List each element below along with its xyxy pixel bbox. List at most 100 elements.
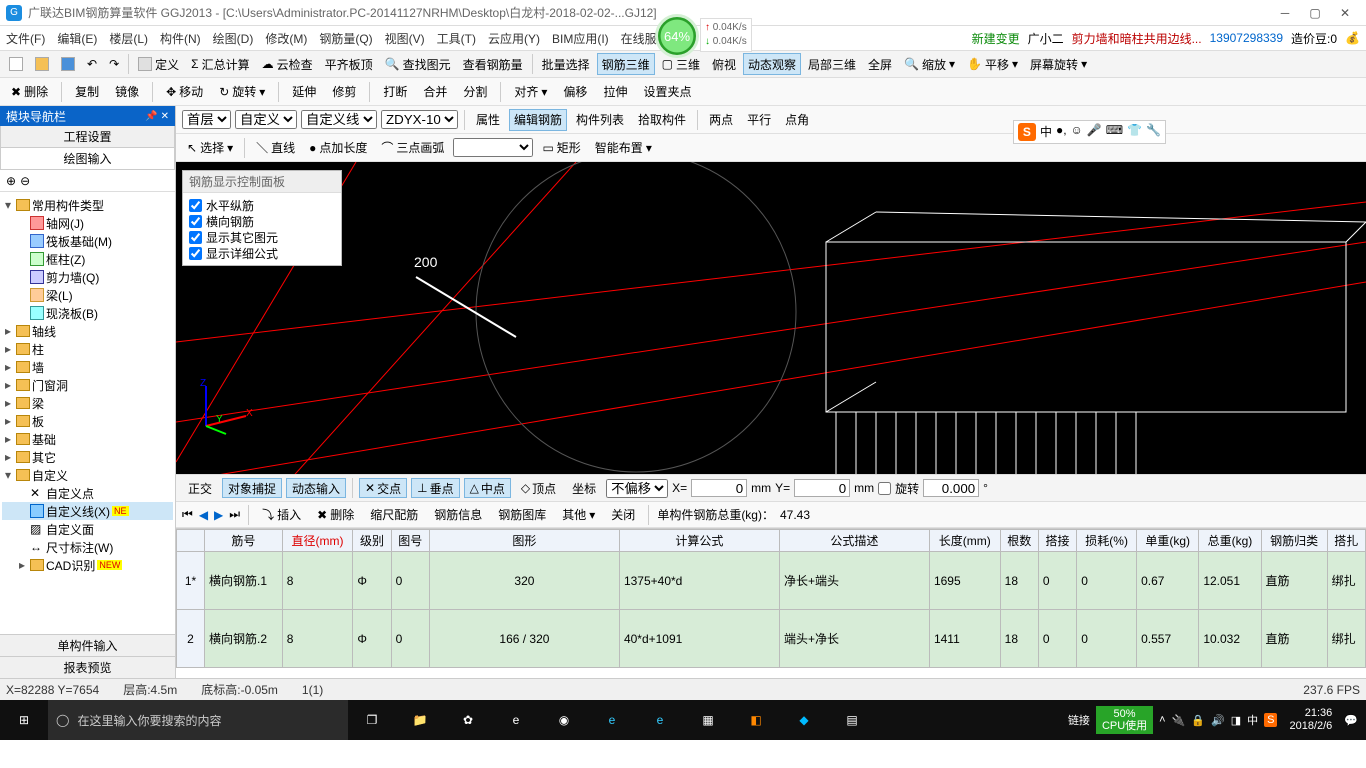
menu-modify[interactable]: 修改(M) [265,30,307,47]
rect-button[interactable]: ▭ 矩形 [537,137,585,159]
two-point-button[interactable]: 两点 [704,109,738,131]
app-icon-4[interactable]: ◆ [780,700,828,740]
guang-button[interactable]: 广小二 [1028,30,1064,47]
floor-select[interactable]: 首层 [182,110,231,129]
mid-snap[interactable]: △ 中点 [464,478,511,498]
orbit-button[interactable]: 动态观察 [743,53,801,75]
tray-volume-icon[interactable]: 🔊 [1211,714,1225,727]
ime-emoji-icon[interactable]: ☺ [1071,123,1083,141]
edge-icon[interactable]: e [492,700,540,740]
grip-button[interactable]: 设置夹点 [638,81,696,103]
other-button[interactable]: 其他 ▾ [557,504,600,526]
app-icon-5[interactable]: ▤ [828,700,876,740]
tray-net-icon[interactable]: ◨ [1231,714,1241,727]
rebar-info-button[interactable]: 钢筋信息 [429,504,487,526]
rebar-3d-button[interactable]: 钢筋三维 [597,53,655,75]
opt-detail[interactable]: 显示详细公式 [189,245,335,261]
close-button[interactable]: ✕ [1330,1,1360,25]
menu-view[interactable]: 视图(V) [385,30,425,47]
merge-button[interactable]: 合并 [418,81,452,103]
menu-file[interactable]: 文件(F) [6,30,45,47]
code-select[interactable]: ZDYX-10 [381,110,458,129]
memory-widget[interactable]: 64% [655,14,699,58]
copy-button[interactable]: 复制 [70,81,104,103]
menu-floor[interactable]: 楼层(L) [109,30,148,47]
first-icon[interactable]: ⏮ [182,507,193,522]
save-icon[interactable] [56,53,80,75]
opt-horiz[interactable]: 水平纵筋 [189,197,335,213]
property-button[interactable]: 属性 [471,109,505,131]
break-button[interactable]: 打断 [378,81,412,103]
pan-button[interactable]: ✋ 平移 ▾ [962,53,1023,75]
end-snap[interactable]: ◇ 顶点 [515,478,562,498]
collapse-icon[interactable]: ⊖ [20,174,30,188]
rebar-table[interactable]: 筋号 直径(mm) 级别图号 图形 计算公式 公式描述 长度(mm)根数 搭接损… [176,528,1366,678]
scale-button[interactable]: 缩尺配筋 [365,504,423,526]
close-table-button[interactable]: 关闭 [606,504,640,526]
app-icon-2[interactable]: ▦ [684,700,732,740]
pin-icon[interactable]: 📌 ✕ [145,111,169,122]
taskbar-search[interactable]: ◯ 在这里输入你要搜索的内容 [48,700,348,740]
edge2-icon[interactable]: e [588,700,636,740]
align-button[interactable]: 对齐 ▾ [509,81,552,103]
ime-skin-icon[interactable]: 👕 [1127,123,1142,141]
tray-ime[interactable]: 中 [1247,712,1258,728]
component-list-button[interactable]: 构件列表 [571,109,629,131]
minimize-button[interactable]: ─ [1270,1,1300,25]
menu-cloud[interactable]: 云应用(Y) [488,30,540,47]
sum-button[interactable]: Σ 汇总计算 [186,53,254,75]
redo-icon[interactable]: ↷ [104,53,124,75]
rebar-lib-button[interactable]: 钢筋图库 [493,504,551,526]
start-button[interactable]: ⊞ [0,700,48,740]
tray-up-icon[interactable]: ˄ [1159,714,1165,726]
stretch-button[interactable]: 拉伸 [598,81,632,103]
new-icon[interactable] [4,53,28,75]
angle-input[interactable] [923,479,979,497]
arc-button[interactable]: ⌒ 三点画弧 [376,137,449,159]
offset-mode[interactable]: 不偏移 [606,479,668,498]
define-button[interactable]: 定义 [133,53,184,75]
subcat-select[interactable]: 自定义线 [301,110,377,129]
browser-icon[interactable]: ◉ [540,700,588,740]
view-rebar-button[interactable]: 查看钢筋量 [458,53,528,75]
row-delete-button[interactable]: ✖ 删除 [312,504,359,526]
screen-rotate-button[interactable]: 屏幕旋转 ▾ [1025,53,1092,75]
user-id[interactable]: 13907298339 [1210,31,1283,45]
explorer-icon[interactable]: 📁 [396,700,444,740]
menu-tools[interactable]: 工具(T) [437,30,476,47]
x-input[interactable] [691,479,747,497]
tray-sogou-icon[interactable]: S [1264,713,1277,727]
flush-slab-button[interactable]: 平齐板顶 [320,53,378,75]
ime-settings-icon[interactable]: 🔧 [1146,123,1161,141]
menu-edit[interactable]: 编辑(E) [57,30,97,47]
task-view-icon[interactable]: ❐ [348,700,396,740]
opt-other[interactable]: 显示其它图元 [189,229,335,245]
ortho-toggle[interactable]: 正交 [182,478,218,498]
component-tree[interactable]: ▾常用构件类型 轴网(J) 筏板基础(M) 框柱(Z) 剪力墙(Q) 梁(L) … [0,192,175,634]
expand-icon[interactable]: ⊕ [6,174,16,188]
3d-viewport[interactable]: 钢筋显示控制面板 水平纵筋 横向钢筋 显示其它图元 显示详细公式 200 [176,162,1366,474]
rotate-button[interactable]: ↻ 旋转 ▾ [214,81,270,103]
find-elem-button[interactable]: 🔍 查找图元 [380,53,456,75]
tray-power-icon[interactable]: 🔌 [1172,714,1186,727]
prev-icon[interactable]: ◀ [199,508,208,522]
last-icon[interactable]: ⏭ [229,507,240,522]
batch-select-button[interactable]: 批量选择 [537,53,595,75]
mirror-button[interactable]: 镜像 [110,81,144,103]
dyn-toggle[interactable]: 动态输入 [286,478,346,498]
warning-text[interactable]: 剪力墙和暗柱共用边线... [1072,30,1202,47]
cpu-widget[interactable]: 50%CPU使用 [1096,706,1153,734]
zoom-button[interactable]: 🔍 缩放 ▾ [899,53,960,75]
category-select[interactable]: 自定义 [235,110,297,129]
select-button[interactable]: ↖ 选择 ▾ [182,137,238,159]
smart-layout-button[interactable]: 智能布置 ▾ [590,137,657,159]
tray-clock[interactable]: 21:362018/2/6 [1283,707,1338,733]
app-icon-3[interactable]: ◧ [732,700,780,740]
extend-button[interactable]: 延伸 [287,81,321,103]
tab-draw-input[interactable]: 绘图输入 [0,148,175,170]
coord-snap[interactable]: 坐标 [566,478,602,498]
top-view-button[interactable]: 俯视 [707,53,741,75]
parallel-button[interactable]: 平行 [742,109,776,131]
opt-trans[interactable]: 横向钢筋 [189,213,335,229]
arc-mode-select[interactable] [453,138,533,157]
